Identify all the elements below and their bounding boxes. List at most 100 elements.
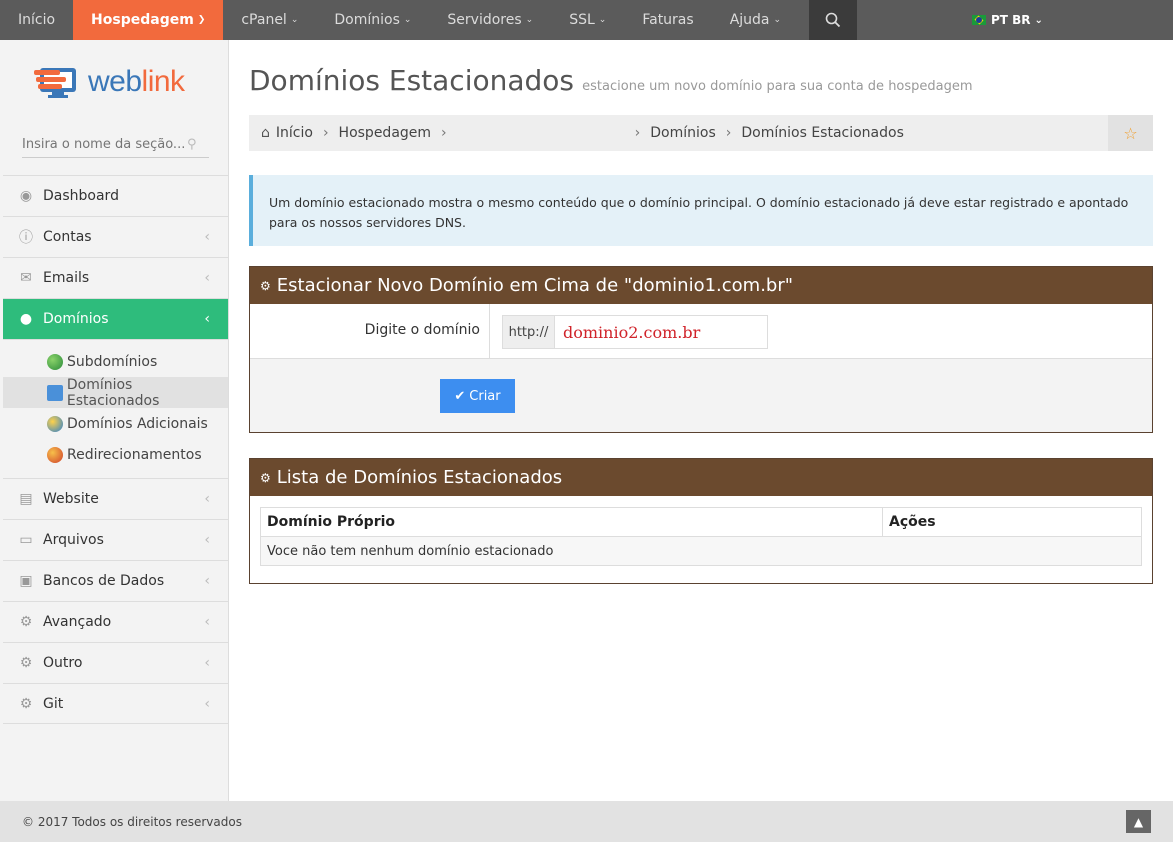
info-text: Um domínio estacionado mostra o mesmo co… [269,195,1129,230]
footer: © 2017 Todos os direitos reservados ▲ [0,801,1173,842]
sidebar-item-avancado[interactable]: ⚙ Avançado ‹ [3,601,228,642]
chevron-down-icon: ❯ [197,15,206,25]
submenu-item-label: Redirecionamentos [67,446,202,463]
nav-inicio[interactable]: Início [0,0,73,40]
panel-title: Lista de Domínios Estacionados [276,467,563,488]
sidebar-item-website[interactable]: ▤ Website ‹ [3,478,228,519]
nav-ajuda[interactable]: Ajuda ⌄ [712,0,799,40]
brazil-flag-icon [972,15,986,25]
chevron-left-icon: ‹ [204,491,210,507]
top-navbar: Início Hospedagem ❯ cPanel ⌄ Domínios ⌄ Ser… [0,0,1173,46]
redirect-icon [47,446,63,463]
search-button[interactable] [809,0,858,40]
domain-input[interactable]: dominio2.com.br [555,316,767,348]
page-header: Domínios Estacionados estacione um novo … [249,64,973,97]
nav-servidores[interactable]: Servidores ⌄ [429,0,551,40]
logo[interactable]: weblink [34,64,185,100]
nav-label: Início [18,12,56,28]
domain-input-group: http:// dominio2.com.br [502,315,768,349]
sidebar-item-dominios[interactable]: ● Domínios ‹ [3,298,228,339]
submenu-item-label: Domínios Estacionados [66,376,160,409]
panel-title-domain: dominio1.com.br [632,275,785,296]
sidebar-item-emails[interactable]: ✉ Emails ‹ [3,257,228,298]
panel-title-suffix: " [784,275,794,296]
empty-message: Voce não tem nenhum domínio estacionado [260,536,1142,566]
domain-form-row: Digite o domínio http:// dominio2.com.br [250,304,1152,359]
language-label: PT BR [991,13,1031,27]
archive-icon: ▣ [19,573,33,589]
logo-text: weblink [88,65,185,98]
breadcrumb-item[interactable]: Domínios [650,125,716,141]
page-title: Domínios Estacionados [249,64,575,97]
nav-label: Faturas [642,12,694,28]
chevron-left-icon: ‹ [204,655,210,671]
check-icon: ✔ [454,388,466,404]
chevron-left-icon: ‹ [204,695,210,712]
chevron-down-icon: ⌄ [773,15,782,25]
sidebar-item-arquivos[interactable]: ▭ Arquivos ‹ [3,519,228,560]
nav-dominios[interactable]: Domínios ⌄ [316,0,429,40]
submenu-item-dominios-estacionados[interactable]: Domínios Estacionados [3,376,228,409]
sidebar-item-dashboard[interactable]: ◉ Dashboard [3,175,228,216]
chevron-down-icon: ⌄ [1034,14,1043,26]
dashboard-icon: ◉ [19,188,33,204]
chevron-left-icon: ‹ [204,614,210,630]
nav-label: Servidores [447,12,522,28]
copyright: © 2017 Todos os direitos reservados [22,814,242,829]
sidebar-item-label: Contas [43,229,92,245]
nav-cpanel[interactable]: cPanel ⌄ [223,0,316,40]
sidebar-item-contas[interactable]: ⓘ Contas ‹ [3,216,228,257]
cogs-icon: ⚙ [19,695,33,712]
chevron-down-icon: ⌄ [525,15,534,25]
divider [489,304,490,359]
info-icon: ⓘ [19,230,33,246]
favorite-button[interactable]: ☆ [1108,115,1153,151]
sidebar-item-label: Arquivos [43,532,104,548]
submenu-item-label: Subdomínios [67,353,158,370]
submenu-item-dominios-adicionais[interactable]: Domínios Adicionais [3,408,228,439]
search-icon [825,12,841,28]
subdomain-icon [47,353,63,370]
nav-hospedagem[interactable]: Hospedagem ❯ [73,0,224,46]
nav-ssl[interactable]: SSL ⌄ [551,0,624,40]
search-icon[interactable]: ⚲ [187,137,197,152]
breadcrumb-item-current: Domínios Estacionados [741,125,904,141]
nav-faturas[interactable]: Faturas [624,0,711,40]
info-alert: Um domínio estacionado mostra o mesmo co… [249,175,1153,246]
submenu-item-subdominios[interactable]: Subdomínios [3,346,228,377]
scroll-to-top-button[interactable]: ▲ [1126,810,1151,833]
breadcrumb-item[interactable]: Hospedagem [339,125,432,141]
sidebar: weblink ⚲ ◉ Dashboard ⓘ Contas ‹ ✉ Email… [0,40,229,801]
panel-title-prefix: Estacionar Novo Domínio em Cima de " [276,275,633,296]
star-icon: ☆ [1123,123,1138,143]
home-icon: ⌂ [261,125,270,141]
sidebar-item-git[interactable]: ⚙ Git ‹ [3,683,228,724]
section-search-input[interactable] [22,137,187,152]
breadcrumb-item[interactable]: Início [276,125,313,141]
submenu-item-redirecionamentos[interactable]: Redirecionamentos [3,439,228,470]
panel-header: ⚙ Lista de Domínios Estacionados [250,459,1152,496]
sidebar-item-bancos-de-dados[interactable]: ▣ Bancos de Dados ‹ [3,560,228,601]
dominios-submenu: Subdomínios Domínios Estacionados Domíni… [3,339,228,478]
cogs-icon: ⚙ [260,278,271,293]
globe-icon: ● [19,311,33,327]
parked-domains-list-panel: ⚙ Lista de Domínios Estacionados Domínio… [249,458,1153,584]
create-button[interactable]: ✔ Criar [440,379,515,413]
breadcrumb-separator: › [322,125,329,141]
addon-domain-icon [47,415,63,432]
breadcrumb-separator: › [634,125,641,141]
nav-label: cPanel [241,12,287,28]
panel-footer: ✔ Criar [250,359,1152,432]
table-header-row: Domínio Próprio Ações [260,507,1142,537]
language-selector[interactable]: PT BR ⌄ [972,0,1043,40]
sidebar-item-label: Git [43,695,64,712]
monitor-icon: ▤ [19,491,33,507]
chevron-left-icon: ‹ [204,270,210,286]
parked-domains-table: Domínio Próprio Ações Voce não tem nenhu… [260,507,1142,566]
page-subtitle: estacione um novo domínio para sua conta… [582,79,973,94]
breadcrumb: ⌂ Início › Hospedagem › › Domínios › Dom… [249,115,1153,151]
domain-field-label: Digite o domínio [364,322,480,338]
gear-icon: ⚙ [19,655,33,671]
sidebar-item-outro[interactable]: ⚙ Outro ‹ [3,642,228,683]
sidebar-menu: ◉ Dashboard ⓘ Contas ‹ ✉ Emails ‹ ● Domí… [3,175,228,724]
